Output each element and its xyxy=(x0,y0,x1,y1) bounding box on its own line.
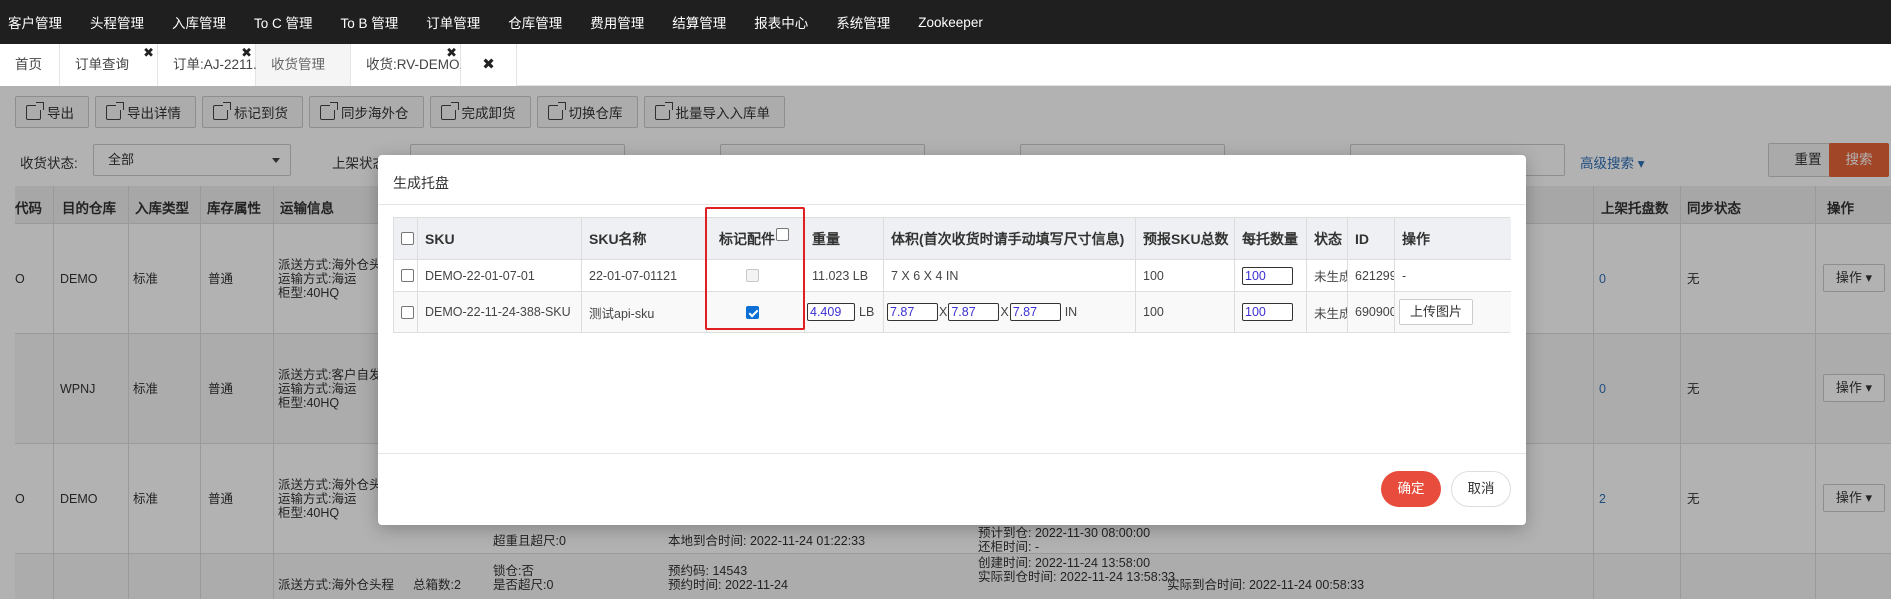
tab-receipt-detail[interactable]: 收货:RV-DEMO... ✖ xyxy=(351,44,471,86)
sku-table-header: SKU SKU名称 标记配件 重量 体积(首次收货时请手动填写尺寸信息) 预报S… xyxy=(394,218,1511,260)
tab-receiving[interactable]: 收货管理 xyxy=(256,44,351,86)
width-input[interactable]: 7.87 xyxy=(948,303,1000,321)
cell-id: 621299 xyxy=(1348,260,1395,291)
height-input[interactable]: 7.87 xyxy=(1009,303,1061,321)
nav-first-leg[interactable]: 头程管理 xyxy=(90,12,144,32)
table-row: DEMO-22-11-24-388-SKU 测试api-sku 4.409 LB … xyxy=(394,292,1511,332)
upload-image-button[interactable]: 上传图片 xyxy=(1399,299,1474,325)
cell-status: 未生成 xyxy=(1307,260,1348,291)
tab-order-query[interactable]: 订单查询 ✖ xyxy=(60,44,158,86)
cell-status: 未生成 xyxy=(1307,292,1348,332)
cell-ops: 上传图片 xyxy=(1395,292,1511,332)
cell-volume: 7 X 6 X 4 IN xyxy=(884,260,1136,291)
tab-order-detail[interactable]: 订单:AJ-2211... ✖ xyxy=(158,44,264,86)
confirm-button[interactable]: 确定 xyxy=(1381,471,1441,507)
header-volume: 体积(首次收货时请手动填写尺寸信息) xyxy=(884,218,1136,259)
cell-per-pallet: 100 xyxy=(1235,260,1307,291)
tab-label: 订单查询 xyxy=(75,57,129,72)
cancel-button[interactable]: 取消 xyxy=(1451,471,1511,507)
cell-weight: 4.409 LB xyxy=(805,292,884,332)
top-nav: 客户管理 头程管理 入库管理 To C 管理 To B 管理 订单管理 仓库管理… xyxy=(0,0,1891,44)
tab-home[interactable]: 首页 xyxy=(0,44,60,86)
cell-volume: 7.87 X 7.87 X 7.87 IN xyxy=(884,292,1136,332)
close-icon[interactable]: ✖ xyxy=(241,32,252,74)
nav-fees[interactable]: 费用管理 xyxy=(590,12,644,32)
select-all-checkbox[interactable] xyxy=(401,232,414,245)
cell-per-pallet: 100 xyxy=(1235,292,1307,332)
annotation-highlight-box xyxy=(705,207,805,330)
header-forecast: 预报SKU总数 xyxy=(1136,218,1235,259)
nav-customer[interactable]: 客户管理 xyxy=(8,12,62,32)
tab-label: 收货管理 xyxy=(271,57,325,72)
cell-id: 690900 xyxy=(1348,292,1395,332)
tab-bar: 首页 订单查询 ✖ 订单:AJ-2211... ✖ 收货管理 收货:RV-DEMO.… xyxy=(0,44,1891,86)
close-icon[interactable]: ✖ xyxy=(446,32,457,74)
nav-reports[interactable]: 报表中心 xyxy=(754,12,808,32)
cell-sku: DEMO-22-01-07-01 xyxy=(418,260,582,291)
cell-forecast: 100 xyxy=(1136,260,1235,291)
cell-sku-name: 22-01-07-01121 xyxy=(582,260,707,291)
cell-sku-name: 测试api-sku xyxy=(582,292,707,332)
nav-settlement[interactable]: 结算管理 xyxy=(672,12,726,32)
dim-unit: IN xyxy=(1064,305,1078,319)
per-pallet-input[interactable]: 100 xyxy=(1242,303,1293,321)
nav-toc[interactable]: To C 管理 xyxy=(254,12,313,32)
header-weight: 重量 xyxy=(805,218,884,259)
cell-sku: DEMO-22-11-24-388-SKU xyxy=(418,292,582,332)
dialog-title: 生成托盘 xyxy=(378,155,1526,205)
cell-forecast: 100 xyxy=(1136,292,1235,332)
row-checkbox[interactable] xyxy=(401,269,414,282)
nav-system[interactable]: 系统管理 xyxy=(836,12,890,32)
nav-zookeeper[interactable]: Zookeeper xyxy=(918,15,983,30)
cell-ops: - xyxy=(1402,268,1407,283)
per-pallet-input[interactable]: 100 xyxy=(1242,266,1293,285)
nav-tob[interactable]: To B 管理 xyxy=(341,12,399,32)
header-ops: 操作 xyxy=(1402,230,1430,247)
row-select xyxy=(394,260,418,291)
header-status: 状态 xyxy=(1307,218,1348,259)
tab-label: 首页 xyxy=(15,57,42,72)
header-sku-name: SKU名称 xyxy=(582,218,707,259)
dim-separator: X xyxy=(1000,305,1009,319)
weight-input[interactable]: 4.409 xyxy=(807,303,855,321)
row-checkbox[interactable] xyxy=(401,305,414,319)
length-input[interactable]: 7.87 xyxy=(887,303,938,321)
header-id: ID xyxy=(1348,218,1395,259)
header-select-all xyxy=(394,218,418,259)
row-select xyxy=(394,292,418,332)
generate-pallet-dialog: 生成托盘 SKU SKU名称 标记配件 重量 体积(首次收货时请手动填写尺寸信息… xyxy=(378,155,1526,525)
dialog-footer: 确定 取消 xyxy=(378,453,1526,525)
nav-inbound[interactable]: 入库管理 xyxy=(172,12,226,32)
sku-table: SKU SKU名称 标记配件 重量 体积(首次收货时请手动填写尺寸信息) 预报S… xyxy=(393,217,1511,333)
nav-orders[interactable]: 订单管理 xyxy=(426,12,480,32)
dim-separator: X xyxy=(939,305,948,319)
close-icon[interactable]: ✖ xyxy=(482,56,495,73)
weight-unit: LB xyxy=(859,305,875,319)
header-sku: SKU xyxy=(418,218,582,259)
header-per-pallet: 每托数量 xyxy=(1235,218,1307,259)
nav-warehouse[interactable]: 仓库管理 xyxy=(508,12,562,32)
close-icon[interactable]: ✖ xyxy=(143,32,154,74)
cell-weight: 11.023 LB xyxy=(805,260,884,291)
table-row: DEMO-22-01-07-01 22-01-07-01121 11.023 L… xyxy=(394,260,1511,292)
tab-close-all[interactable]: ✖ xyxy=(461,44,517,86)
